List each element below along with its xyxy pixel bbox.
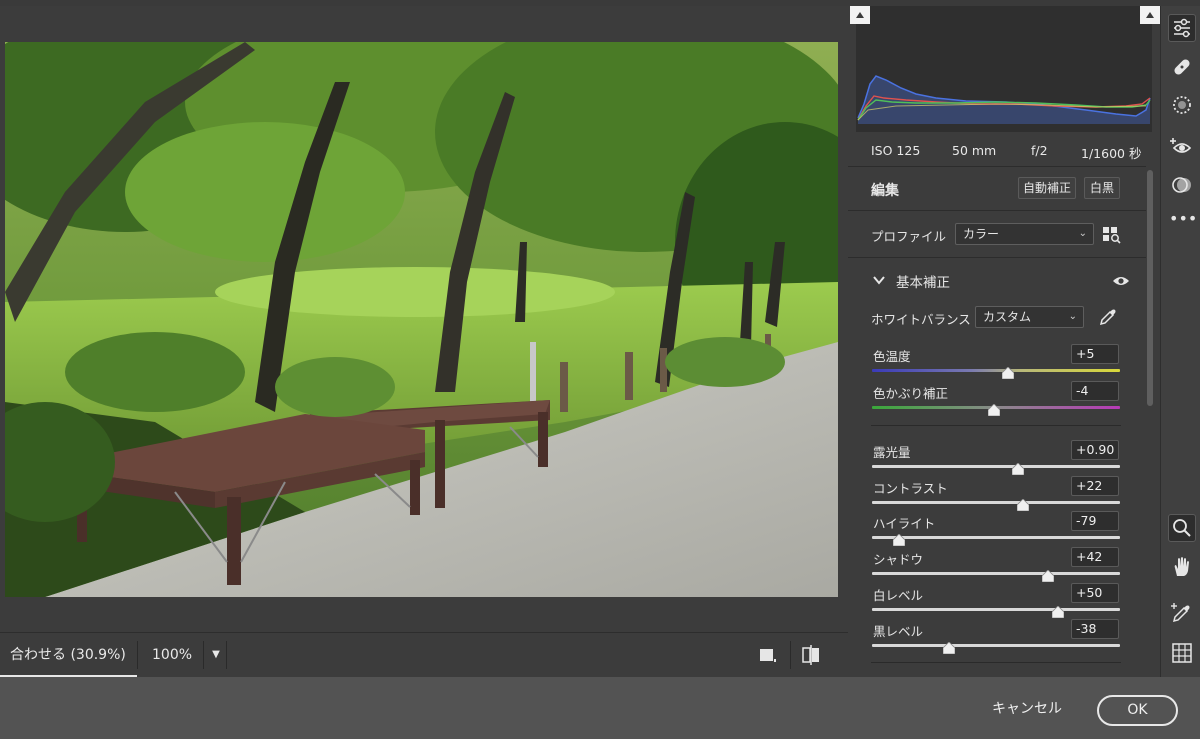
slider-track[interactable] [872, 572, 1120, 575]
park-photo [5, 42, 838, 597]
slider-value-input[interactable]: -38 [1071, 619, 1119, 639]
slider-value-input[interactable]: +50 [1071, 583, 1119, 603]
white-balance-dropdown[interactable]: カスタム ⌄ [975, 306, 1084, 328]
slider-handle[interactable] [892, 531, 906, 547]
black-white-button[interactable]: 白黒 [1084, 177, 1120, 199]
chevron-down-icon[interactable] [872, 272, 886, 286]
slider-handle[interactable] [942, 639, 956, 655]
dialog-footer: キャンセル OK [0, 677, 1200, 739]
profile-value: カラー [963, 227, 1000, 241]
slider-value-input[interactable]: +42 [1071, 547, 1119, 567]
slider-label: 色かぶり補正 [873, 386, 949, 401]
clipping-warning-icon[interactable] [1140, 6, 1160, 24]
iso-value: ISO 125 [871, 143, 921, 158]
ok-button[interactable]: OK [1097, 695, 1178, 726]
grid-icon[interactable] [1169, 640, 1195, 666]
slider-handle[interactable] [987, 401, 1000, 417]
slider-track[interactable] [872, 536, 1120, 539]
shutter-value: 1/1600 秒 [1081, 146, 1142, 161]
slider-label: 白レベル [873, 588, 924, 603]
slider-label: 露光量 [873, 445, 911, 460]
zoom-fit-button[interactable]: 合わせる (30.9%) [10, 633, 126, 677]
photo-preview[interactable] [5, 42, 838, 597]
zoom-100-button[interactable]: 100% [152, 633, 192, 677]
chevron-down-icon[interactable]: ▼ [207, 633, 225, 677]
divider [871, 425, 1121, 426]
histogram [856, 6, 1152, 132]
aperture-value: f/2 [1031, 143, 1048, 158]
divider [848, 257, 1146, 258]
divider [790, 641, 791, 669]
cancel-button[interactable]: キャンセル [992, 698, 1062, 718]
slider-handle[interactable] [1016, 496, 1030, 512]
slider-value-input[interactable]: -4 [1071, 381, 1119, 401]
slider-handle[interactable] [1051, 603, 1065, 619]
red-eye-icon[interactable] [1169, 134, 1195, 160]
divider [871, 662, 1121, 663]
color-sampler-icon[interactable] [1169, 600, 1195, 626]
before-after-icon[interactable] [800, 633, 824, 677]
slider-label: 色温度 [873, 349, 911, 364]
focal-length-value: 50 mm [952, 143, 997, 158]
chevron-down-icon: ⌄ [1078, 228, 1087, 239]
slider-handle[interactable] [1011, 460, 1025, 476]
healing-bandage-icon[interactable] [1169, 54, 1195, 80]
grid-search-icon[interactable] [1102, 225, 1122, 245]
hand-icon[interactable] [1169, 554, 1195, 580]
more-icon[interactable]: ••• [1169, 206, 1197, 232]
chevron-down-icon: ⌄ [1068, 311, 1077, 322]
slider-value-input[interactable]: +0.90 [1071, 440, 1119, 460]
slider-track[interactable] [872, 501, 1120, 504]
slider-handle[interactable] [1041, 567, 1055, 583]
eyedropper-icon[interactable] [1098, 307, 1118, 327]
zoom-icon[interactable] [1168, 514, 1196, 542]
slider-track[interactable] [872, 608, 1120, 611]
divider [226, 641, 227, 669]
divider [848, 166, 1146, 167]
scrollbar-thumb[interactable] [1147, 170, 1153, 406]
profile-label: プロファイル [871, 229, 947, 244]
slider-label: 黒レベル [873, 624, 924, 639]
auto-button[interactable]: 自動補正 [1018, 177, 1076, 199]
white-balance-value: カスタム [983, 310, 1032, 324]
edit-title: 編集 [871, 183, 899, 199]
clipping-warning-icon[interactable] [850, 6, 870, 24]
slider-label: シャドウ [873, 552, 924, 567]
sliders-icon[interactable] [1168, 14, 1196, 42]
single-view-icon[interactable] [758, 633, 778, 677]
presets-icon[interactable] [1169, 172, 1195, 198]
slider-value-input[interactable]: +5 [1071, 344, 1119, 364]
panel-scrollbar[interactable] [1146, 166, 1154, 671]
slider-value-input[interactable]: +22 [1071, 476, 1119, 496]
slider-label: コントラスト [873, 481, 948, 496]
slider-track[interactable] [872, 644, 1120, 647]
divider [848, 210, 1146, 211]
slider-handle[interactable] [1001, 364, 1015, 380]
zoom-bar: 合わせる (30.9%) 100% ▼ [0, 632, 848, 678]
white-balance-label: ホワイトバランス [871, 312, 971, 327]
slider-track[interactable] [872, 369, 1120, 372]
basic-section-title: 基本補正 [896, 275, 950, 291]
slider-label: ハイライト [873, 516, 936, 531]
slider-track[interactable] [872, 465, 1120, 468]
divider [203, 641, 204, 669]
mask-icon[interactable] [1169, 92, 1195, 118]
profile-dropdown[interactable]: カラー ⌄ [955, 223, 1094, 245]
eye-icon[interactable] [1112, 273, 1130, 287]
divider [137, 641, 138, 669]
camera-metadata: ISO 125 50 mm f/2 1/1600 秒 [848, 134, 1160, 166]
tool-strip: ••• [1160, 6, 1200, 677]
slider-value-input[interactable]: -79 [1071, 511, 1119, 531]
